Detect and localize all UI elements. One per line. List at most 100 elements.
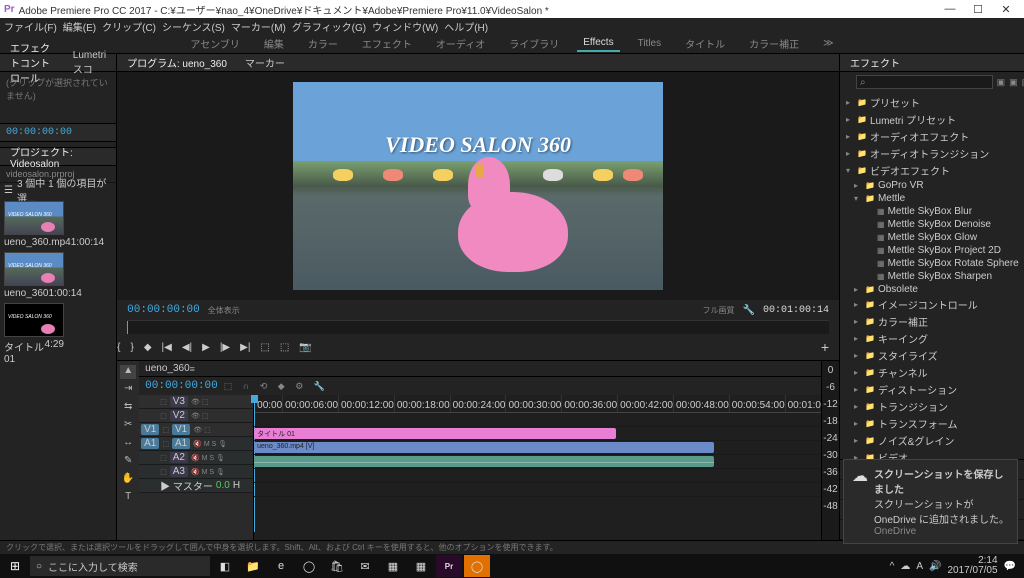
fit-dropdown[interactable]: 全体表示: [208, 305, 240, 316]
workspace-tab[interactable]: ライブラリ: [503, 34, 565, 53]
fx-badge-icon[interactable]: ▣: [997, 77, 1006, 88]
menu-item[interactable]: ファイル(F): [4, 19, 57, 34]
maximize-button[interactable]: ☐: [964, 3, 992, 16]
menu-item[interactable]: マーカー(M): [231, 19, 286, 34]
minimize-button[interactable]: —: [936, 3, 964, 15]
go-to-out-button[interactable]: ▶|: [240, 342, 250, 353]
ripple-edit-tool[interactable]: ⇆: [120, 401, 136, 415]
audio-track-header[interactable]: ⬚A3🔇 M S 🎙: [139, 465, 253, 479]
project-item[interactable]: VIDEO SALON 360ueno_3601:00:14: [4, 252, 64, 299]
effect-item[interactable]: ▦Mettle SkyBox Glow: [840, 231, 1024, 244]
play-button[interactable]: ▶: [202, 342, 210, 353]
task-view-button[interactable]: ◧: [212, 555, 238, 577]
project-item[interactable]: VIDEO SALON 360タイトル 014:29: [4, 303, 64, 365]
timeline-ruler[interactable]: 00:0000:00:06:0000:00:12:0000:00:18:0000…: [254, 395, 821, 413]
app-icon[interactable]: ▦: [408, 555, 434, 577]
effect-folder[interactable]: ▸📁カラー補正: [840, 313, 1024, 330]
extract-button[interactable]: ⬚: [280, 342, 289, 353]
start-button[interactable]: ⊞: [2, 555, 28, 577]
chrome-icon[interactable]: ◯: [296, 555, 322, 577]
effect-folder[interactable]: ▸📁GoPro VR: [840, 179, 1024, 192]
effect-folder[interactable]: ▸📁キーイング: [840, 330, 1024, 347]
premiere-taskbar-icon[interactable]: Pr: [436, 555, 462, 577]
menu-item[interactable]: ウィンドウ(W): [372, 19, 438, 34]
workspace-tab[interactable]: タイトル: [679, 34, 731, 53]
add-marker-button[interactable]: ◆: [144, 342, 152, 353]
close-button[interactable]: ✕: [992, 3, 1020, 16]
effect-folder[interactable]: ▾📁Mettle: [840, 192, 1024, 205]
effect-folder[interactable]: ▸📁オーディオトランジション: [840, 145, 1024, 162]
video-track-header[interactable]: ⬚V2👁 ⬚: [139, 409, 253, 423]
menu-item[interactable]: シーケンス(S): [162, 19, 225, 34]
clip-title[interactable]: タイトル 01: [254, 428, 616, 439]
workspace-tab[interactable]: アセンブリ: [184, 34, 246, 53]
tray-cloud-icon[interactable]: ☁: [900, 561, 910, 572]
type-tool[interactable]: T: [120, 491, 136, 505]
tab-lumetri-scopes[interactable]: Lumetri スコ: [69, 48, 110, 78]
workspace-tab[interactable]: カラー: [302, 34, 344, 53]
tab-effects[interactable]: エフェクト: [846, 53, 904, 72]
store-icon[interactable]: 🛍: [324, 555, 350, 577]
timeline-timecode[interactable]: 00:00:00:00: [145, 380, 218, 392]
workspace-tab[interactable]: 編集: [258, 34, 290, 53]
go-to-in-button[interactable]: |◀: [162, 342, 172, 353]
effect-item[interactable]: ▦Mettle SkyBox Denoise: [840, 218, 1024, 231]
workspace-tab[interactable]: オーディオ: [430, 34, 491, 53]
hand-tool[interactable]: ✋: [120, 473, 136, 487]
project-item[interactable]: VIDEO SALON 360ueno_360.mp41:00:14: [4, 201, 64, 248]
lift-button[interactable]: ⬚: [260, 342, 269, 353]
quality-dropdown[interactable]: フル画質: [703, 305, 735, 316]
track-select-tool[interactable]: ⇥: [120, 383, 136, 397]
timeline-toggles[interactable]: ⬚ ∩ ⟲ ◆ ⚙ 🔧: [224, 381, 329, 392]
video-track-header[interactable]: ⬚V3👁 ⬚: [139, 395, 253, 409]
workspace-tab[interactable]: エフェクト: [356, 34, 418, 53]
effects-search-input[interactable]: [856, 75, 993, 89]
menu-item[interactable]: ヘルプ(H): [444, 19, 488, 34]
step-forward-button[interactable]: |▶: [220, 342, 230, 353]
wrench-icon[interactable]: 🔧: [743, 305, 755, 316]
list-view-icon[interactable]: ☰: [4, 185, 13, 196]
effect-folder[interactable]: ▸📁トランジション: [840, 398, 1024, 415]
oculus-icon[interactable]: ◯: [464, 555, 490, 577]
taskbar-clock[interactable]: 2:142017/07/05: [947, 556, 997, 576]
workspace-tab[interactable]: Effects: [577, 35, 619, 52]
effect-folder[interactable]: ▸📁Obsolete: [840, 283, 1024, 296]
effect-folder[interactable]: ▸📁スタイライズ: [840, 347, 1024, 364]
onedrive-notification[interactable]: ☁ スクリーンショットを保存しました スクリーンショットが OneDrive に…: [843, 459, 1018, 544]
slip-tool[interactable]: ↔: [120, 437, 136, 451]
program-viewport[interactable]: VIDEO SALON 360: [293, 82, 663, 290]
clip-video[interactable]: ueno_360.mp4 [V]: [254, 442, 714, 453]
tray-ime-icon[interactable]: A: [916, 561, 923, 572]
effect-folder[interactable]: ▸📁ビデオ: [840, 449, 1024, 459]
mail-icon[interactable]: ✉: [352, 555, 378, 577]
video-track-header[interactable]: V1⬚V1👁 ⬚: [139, 423, 253, 437]
razor-tool[interactable]: ✂: [120, 419, 136, 433]
effect-item[interactable]: ▦Mettle SkyBox Blur: [840, 205, 1024, 218]
audio-track-header[interactable]: A1⬚A1🔇 M S 🎙: [139, 437, 253, 451]
tray-volume-icon[interactable]: 🔊: [929, 561, 941, 572]
program-scrubber[interactable]: [127, 320, 829, 334]
clip-audio[interactable]: [254, 456, 714, 467]
export-frame-button[interactable]: 📷: [299, 342, 311, 353]
mark-out-button[interactable]: }: [130, 342, 133, 353]
effect-folder[interactable]: ▸📁オーディオエフェクト: [840, 128, 1024, 145]
effect-folder[interactable]: ▸📁プリセット: [840, 94, 1024, 111]
workspace-tab[interactable]: Titles: [632, 36, 668, 51]
explorer-icon[interactable]: 📁: [240, 555, 266, 577]
menu-item[interactable]: クリップ(C): [102, 19, 156, 34]
effect-folder[interactable]: ▸📁Lumetri プリセット: [840, 111, 1024, 128]
taskbar-search[interactable]: ○ここに入力して検索: [30, 556, 210, 576]
button-editor-add[interactable]: +: [821, 339, 829, 355]
edge-icon[interactable]: e: [268, 555, 294, 577]
effect-folder[interactable]: ▸📁トランスフォーム: [840, 415, 1024, 432]
effect-folder[interactable]: ▸📁ディストーション: [840, 381, 1024, 398]
effect-folder[interactable]: ▸📁チャンネル: [840, 364, 1024, 381]
tab-sequence[interactable]: ueno_360: [145, 363, 190, 374]
effect-folder[interactable]: ▸📁イメージコントロール: [840, 296, 1024, 313]
effect-folder[interactable]: ▸📁ノイズ&グレイン: [840, 432, 1024, 449]
selection-tool[interactable]: ▲: [120, 365, 136, 379]
effect-item[interactable]: ▦Mettle SkyBox Sharpen: [840, 270, 1024, 283]
program-in-timecode[interactable]: 00:00:00:00: [127, 304, 200, 316]
tray-chevron-icon[interactable]: ^: [890, 561, 895, 572]
workspace-more[interactable]: ≫: [817, 36, 839, 51]
